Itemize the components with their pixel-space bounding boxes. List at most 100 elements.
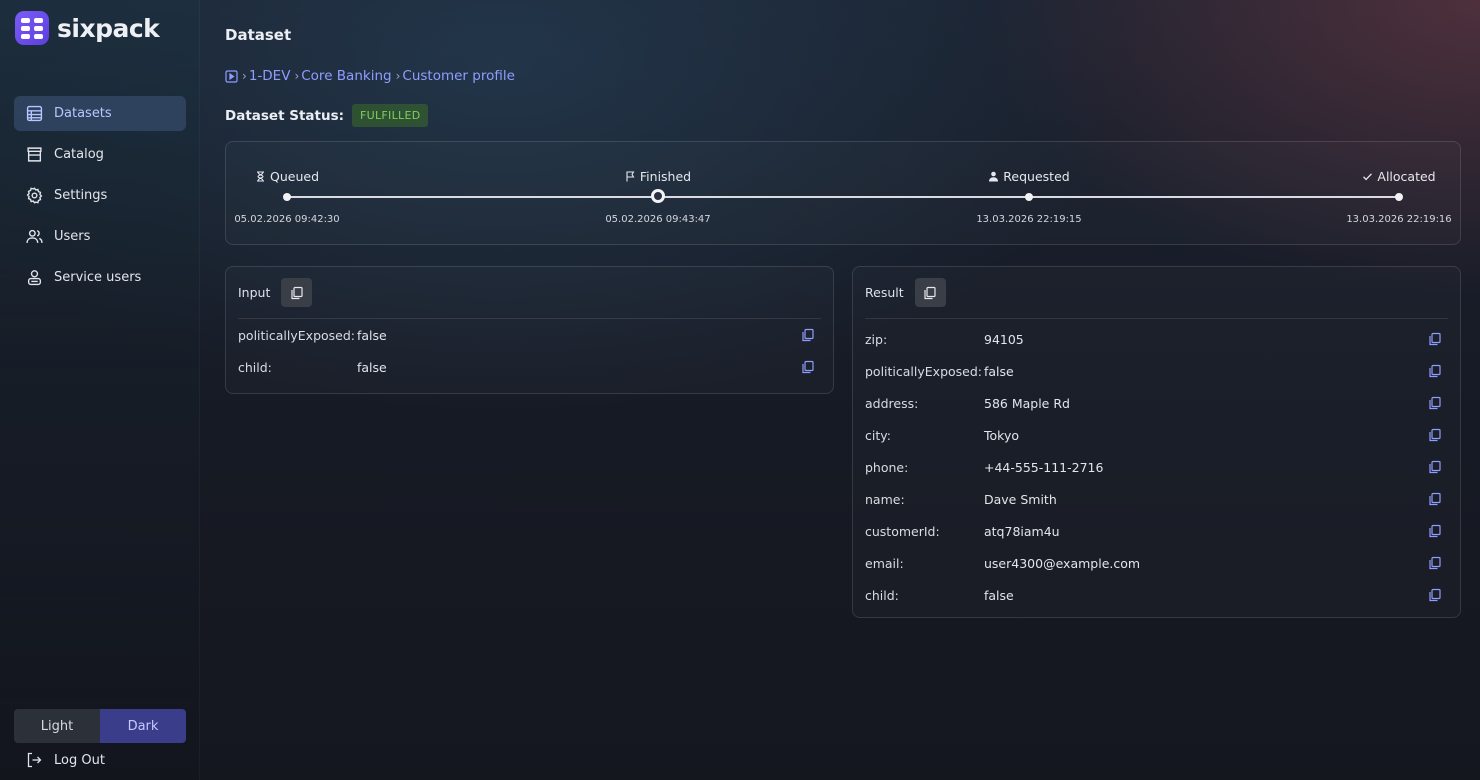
logout-button[interactable]: Log Out (26, 752, 105, 768)
kv-row: child: false (853, 579, 1460, 611)
copy-icon[interactable] (1428, 556, 1442, 570)
breadcrumb-separator: › (242, 69, 247, 83)
breadcrumb: › 1-DEV › Core Banking › Customer profil… (225, 68, 515, 84)
input-panel-title: Input (238, 285, 271, 300)
status-label: Dataset Status: (225, 107, 345, 124)
timeline-label: Requested (1003, 169, 1070, 184)
sidebar: sixpack Datasets Catalog Settings Users (0, 0, 200, 780)
app-name: sixpack (57, 13, 160, 43)
logo[interactable]: sixpack (15, 11, 160, 45)
timeline-date: 05.02.2026 09:42:30 (234, 214, 340, 225)
input-panel: Input politicallyExposed: false child: f… (225, 266, 834, 394)
sidebar-item-label: Users (54, 229, 91, 244)
kv-row: zip: 94105 (853, 323, 1460, 355)
breadcrumb-item[interactable]: Customer profile (402, 68, 515, 84)
breadcrumb-item[interactable]: Core Banking (301, 68, 391, 84)
kv-row: city: Tokyo (853, 419, 1460, 451)
kv-key: phone: (865, 459, 909, 475)
kv-key: child: (238, 359, 272, 375)
breadcrumb-separator: › (294, 69, 300, 83)
check-icon (1363, 173, 1373, 181)
kv-value: Tokyo (984, 427, 1019, 443)
timeline-label: Queued (270, 169, 319, 184)
copy-icon[interactable] (1428, 588, 1442, 602)
dataset-status: Dataset Status: FULFILLED (225, 104, 429, 127)
sidebar-item-settings[interactable]: Settings (14, 178, 186, 213)
service-users-icon (27, 270, 42, 286)
copy-icon[interactable] (801, 360, 815, 374)
kv-value: +44-555-111-2716 (984, 459, 1104, 475)
users-icon (26, 229, 43, 243)
theme-light-button[interactable]: Light (14, 709, 100, 743)
result-panel-title: Result (865, 285, 904, 300)
kv-value: false (357, 359, 387, 375)
logo-icon (15, 11, 49, 45)
sidebar-item-label: Service users (54, 270, 142, 285)
copy-icon[interactable] (1428, 524, 1442, 538)
sidebar-item-catalog[interactable]: Catalog (14, 137, 186, 172)
result-panel: Result zip: 94105 politicallyExposed: false… (852, 266, 1461, 618)
timeline-line (287, 196, 1399, 198)
kv-value: atq78iam4u (984, 523, 1060, 539)
timeline-label: Finished (639, 169, 692, 184)
breadcrumb-separator: › (395, 69, 401, 83)
kv-key: address: (865, 395, 919, 411)
copy-icon[interactable] (1428, 428, 1442, 442)
kv-value: false (984, 587, 1014, 603)
kv-row: name: Dave Smith (853, 483, 1460, 515)
sidebar-nav: Datasets Catalog Settings Users Service … (14, 96, 186, 301)
result-panel-header: Result (853, 267, 1448, 318)
copy-icon[interactable] (1428, 460, 1442, 474)
datasets-icon (26, 105, 43, 122)
status-timeline: Queued 05.02.2026 09:42:30 Finished 05.0… (225, 141, 1461, 245)
kv-key: name: (865, 491, 905, 507)
copy-icon[interactable] (1428, 492, 1442, 506)
sidebar-item-service-users[interactable]: Service users (14, 260, 186, 295)
timeline-date: 05.02.2026 09:43:47 (605, 214, 711, 225)
timeline-dot (283, 193, 291, 201)
kv-key: email: (865, 555, 904, 571)
timeline-date: 13.03.2026 22:19:15 (976, 214, 1082, 225)
store-icon (27, 147, 42, 162)
dataset-home-icon[interactable] (225, 69, 238, 83)
status-badge: FULFILLED (352, 104, 429, 127)
copy-icon (924, 286, 936, 299)
result-rows: zip: 94105 politicallyExposed: false address… (853, 323, 1460, 611)
divider (865, 318, 1448, 319)
logout-label: Log Out (54, 752, 105, 768)
timeline-date: 13.03.2026 22:19:16 (1346, 214, 1452, 225)
kv-value: Dave Smith (984, 491, 1057, 507)
kv-key: politicallyExposed: (238, 327, 356, 343)
flag-icon (626, 171, 635, 182)
sidebar-item-users[interactable]: Users (14, 219, 186, 254)
sidebar-item-datasets[interactable]: Datasets (14, 96, 186, 131)
kv-row: child: false (226, 351, 833, 383)
copy-icon[interactable] (1428, 364, 1442, 378)
page-title: Dataset (225, 26, 292, 44)
copy-icon[interactable] (1428, 396, 1442, 410)
kv-key: child: (865, 587, 899, 603)
kv-value: false (984, 363, 1014, 379)
theme-dark-button[interactable]: Dark (100, 709, 186, 743)
timeline-dot (1025, 193, 1033, 201)
kv-row: politicallyExposed: false (226, 319, 833, 351)
breadcrumb-item[interactable]: 1-DEV (249, 68, 291, 84)
timeline-label: Allocated (1377, 169, 1436, 184)
copy-result-button[interactable] (914, 278, 946, 307)
copy-icon[interactable] (1428, 332, 1442, 346)
input-panel-header: Input (226, 267, 821, 318)
sidebar-item-label: Settings (54, 188, 108, 203)
kv-value: user4300@example.com (984, 555, 1141, 571)
logout-icon (27, 752, 42, 768)
kv-key: city: (865, 427, 891, 443)
kv-value: false (357, 327, 387, 343)
theme-toggle: Light Dark (14, 709, 186, 743)
timeline-dot-current (651, 189, 665, 203)
sidebar-item-label: Datasets (54, 106, 112, 121)
kv-value: 586 Maple Rd (984, 395, 1070, 411)
kv-row: politicallyExposed: false (853, 355, 1460, 387)
hourglass-icon (257, 171, 264, 182)
copy-icon[interactable] (801, 328, 815, 342)
kv-value: 94105 (984, 331, 1024, 347)
copy-input-button[interactable] (281, 278, 313, 307)
